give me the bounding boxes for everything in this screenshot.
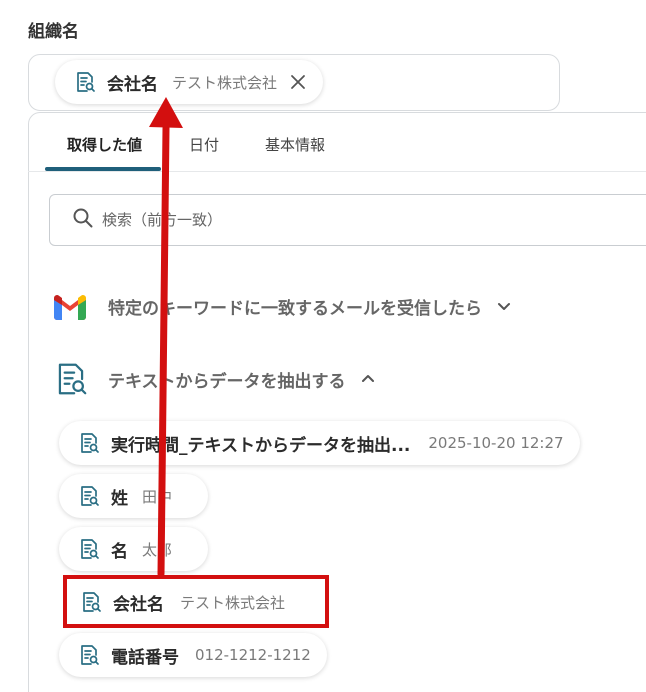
item-key: 姓 [111,488,128,509]
item-value: 田中 [142,487,173,506]
tab-bar: 取得した値 日付 基本情報 [28,112,646,172]
chip-key: 会社名 [107,74,158,95]
search-icon [72,207,102,233]
document-search-icon [52,360,90,398]
tab-basic-info[interactable]: 基本情報 [265,134,325,155]
chip-value: テスト株式会社 [172,73,278,92]
value-item-last-name[interactable]: 姓 田中 [59,474,209,518]
section-title: テキストからデータを抽出する [108,371,346,392]
value-item-first-name[interactable]: 名 太郎 [59,527,209,571]
tab-date[interactable]: 日付 [189,134,219,155]
active-tab-indicator [45,167,161,171]
field-label: 組織名 [28,22,79,42]
tab-obtained-values[interactable]: 取得した値 [67,134,142,155]
search-input[interactable] [102,211,502,229]
value-item-phone-number[interactable]: 電話番号 012-1212-1212 [59,633,327,677]
item-key: 電話番号 [111,647,179,668]
gmail-icon [52,292,88,320]
section-extract-data[interactable]: テキストからデータを抽出する [52,360,376,398]
value-item-execution-time[interactable]: 実行時間_テキストからデータを抽出... 2025-10-20 12:27 [59,421,580,465]
chevron-down-icon[interactable] [496,298,512,314]
document-search-icon [73,70,97,94]
section-gmail-trigger[interactable]: 特定のキーワードに一致するメールを受信したら [52,292,512,320]
item-key: 実行時間_テキストからデータを抽出... [111,435,411,456]
section-title: 特定のキーワードに一致するメールを受信したら [108,298,482,319]
document-search-icon [77,643,101,667]
selected-value-chip[interactable]: 会社名 テスト株式会社 [55,60,324,104]
item-key: 名 [111,541,128,562]
item-value: 012-1212-1212 [195,646,311,664]
chevron-up-icon[interactable] [360,371,376,387]
highlight-box [63,575,329,628]
item-value: 太郎 [142,540,173,559]
document-search-icon [77,431,101,455]
close-icon[interactable] [289,73,307,91]
item-value: 2025-10-20 12:27 [428,434,564,452]
document-search-icon [77,537,101,561]
document-search-icon [77,484,101,508]
search-box[interactable] [49,194,646,246]
